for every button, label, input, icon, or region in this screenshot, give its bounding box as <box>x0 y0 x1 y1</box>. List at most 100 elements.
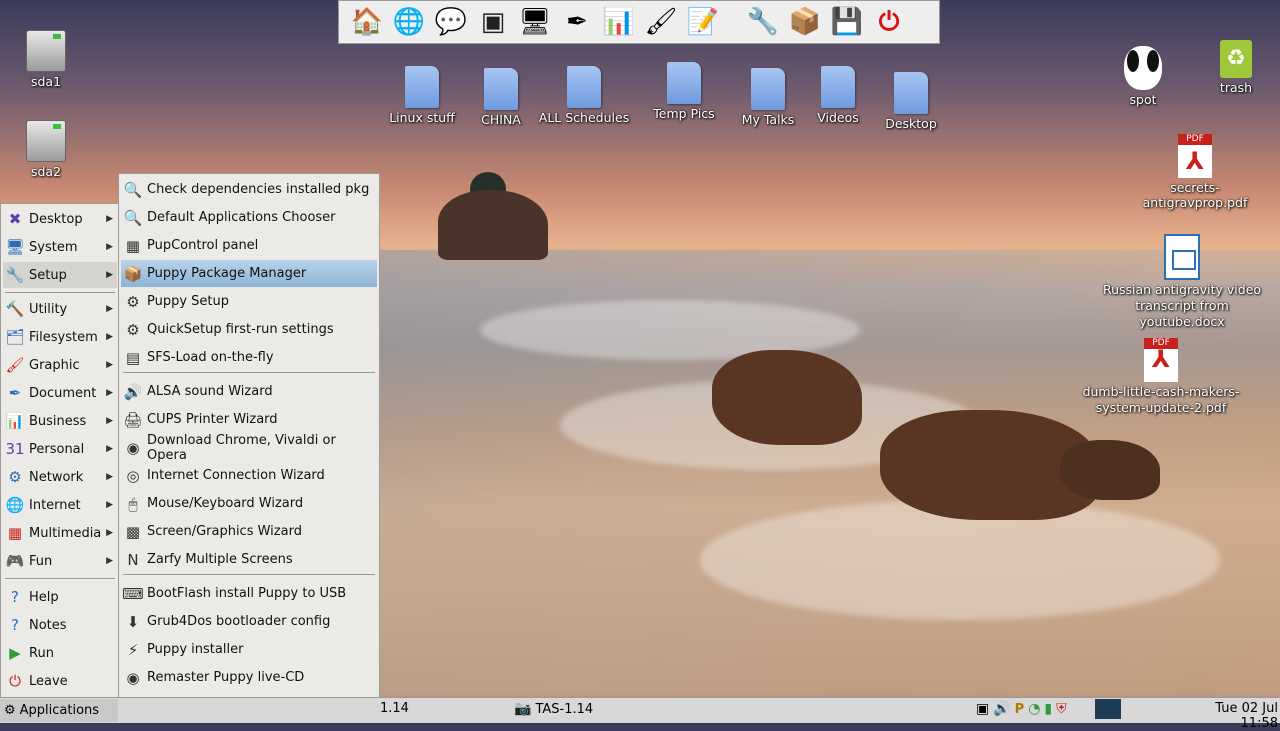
storage-icon[interactable]: ▮ <box>1044 701 1052 717</box>
setup-item-magnifier[interactable]: 🔍 Check dependencies installed pkg <box>121 176 377 203</box>
menu-run[interactable]: ▶ Run <box>3 640 117 666</box>
taskbar-window-tas[interactable]: 📷 TAS-1.14 <box>514 701 593 717</box>
wrench-icon[interactable]: 🔧 <box>745 4 781 40</box>
setup-item-remaster[interactable]: ◉ Remaster Puppy live-CD <box>121 664 377 691</box>
menu-personal[interactable]: 31 Personal ▶ <box>3 436 117 462</box>
setup-item-down-arrow[interactable]: ⬇ Grub4Dos bootloader config <box>121 608 377 635</box>
pen-icon[interactable]: ✒ <box>559 4 595 40</box>
run-icon: ▶ <box>9 644 21 662</box>
setup-item-printer[interactable]: 🖨 CUPS Printer Wizard <box>121 406 377 433</box>
menu-leave[interactable]: ⏻ Leave <box>3 668 117 694</box>
setup-item-screen[interactable]: ▩ Screen/Graphics Wizard <box>121 518 377 545</box>
taskbar-window-1[interactable]: 1.14 <box>380 701 409 716</box>
paint-icon[interactable]: 🖌 <box>643 4 679 40</box>
menu-label: System <box>29 239 78 255</box>
submenu-arrow-icon: ▶ <box>106 332 113 342</box>
menu-setup[interactable]: 🔧 Setup ▶ <box>3 262 117 288</box>
pdf-file-icon: PDF ⅄ <box>1178 134 1212 178</box>
folder-linux-stuff[interactable]: Linux stuff <box>384 66 460 125</box>
folder-china[interactable]: CHINA <box>472 68 530 127</box>
menu-internet[interactable]: 🌐 Internet ▶ <box>3 492 117 518</box>
folder-my-talks[interactable]: My Talks <box>734 68 802 127</box>
setup-item-speaker[interactable]: 🔊 ALSA sound Wizard <box>121 378 377 405</box>
setup-item-sfs[interactable]: ▤ SFS-Load on-the-fly <box>121 344 377 371</box>
menu-label: Filesystem <box>29 329 98 345</box>
menu-label: Grub4Dos bootloader config <box>147 614 331 629</box>
setup-item-package-manager[interactable]: 📦 Puppy Package Manager <box>121 260 377 287</box>
menu-graphic[interactable]: 🖌 Graphic ▶ <box>3 352 117 378</box>
menu-help[interactable]: ? Help <box>3 584 117 610</box>
setup-item-quicksetup[interactable]: ⚙ QuickSetup first-run settings <box>121 316 377 343</box>
menu-system[interactable]: 🖥 System ▶ <box>3 234 117 260</box>
network-monitor-icon[interactable] <box>1094 699 1121 719</box>
menu-document[interactable]: ✒ Document ▶ <box>3 380 117 406</box>
menu-label: Multimedia <box>29 525 102 541</box>
menu-label: Zarfy Multiple Screens <box>147 552 293 567</box>
setup-item-connection[interactable]: ◎ Internet Connection Wizard <box>121 462 377 489</box>
folder-all-schedules[interactable]: ALL Schedules <box>536 66 632 125</box>
menu-label: Help <box>29 589 59 605</box>
wifi-icon[interactable]: ◔ <box>1028 701 1040 717</box>
camera-icon: 📷 <box>514 701 532 717</box>
notepad-icon[interactable]: 📝 <box>685 4 721 40</box>
drive-sda1[interactable]: sda1 <box>20 30 72 89</box>
applications-button[interactable]: ⚙ Applications <box>0 699 118 722</box>
folder-label: My Talks <box>741 112 795 127</box>
setup-item-chooser[interactable]: 🔍 Default Applications Chooser <box>121 204 377 231</box>
drive-label: sda2 <box>30 164 62 179</box>
menu-multimedia[interactable]: ▦ Multimedia ▶ <box>3 520 117 546</box>
setup-item-control-panel[interactable]: ▦ PupControl panel <box>121 232 377 259</box>
chat-icon[interactable]: 💬 <box>433 4 469 40</box>
chooser-icon: 🔍 <box>123 208 143 227</box>
folder-desktop[interactable]: Desktop <box>880 72 942 131</box>
submenu-arrow-icon: ▶ <box>106 360 113 370</box>
terminal-icon[interactable]: ▣ <box>475 4 511 40</box>
menu-label: Run <box>29 645 54 661</box>
package-tray-icon[interactable]: P <box>1015 702 1025 717</box>
file-dumb-little-pdf[interactable]: PDF ⅄ dumb-little-cash-makers-system-upd… <box>1080 338 1242 416</box>
file-russian-docx[interactable]: Russian antigravity video transcript fro… <box>1100 234 1264 330</box>
menu-label: Business <box>29 413 87 429</box>
folder-temp-pics[interactable]: Temp Pics <box>648 62 720 121</box>
menu-filesystem[interactable]: 🗂 Filesystem ▶ <box>3 324 117 350</box>
quicksetup-icon: ⚙ <box>126 320 140 339</box>
folder-icon <box>894 72 928 114</box>
file-secrets-pdf[interactable]: PDF ⅄ secrets-antigravprop.pdf <box>1118 134 1272 210</box>
folder-videos[interactable]: Videos <box>808 66 868 125</box>
package-icon[interactable]: 📦 <box>787 4 823 40</box>
menu-desktop[interactable]: ✖ Desktop ▶ <box>3 206 117 232</box>
setup-item-puppy-setup[interactable]: ⚙ Puppy Setup <box>121 288 377 315</box>
home-icon[interactable]: 🏠 <box>349 4 385 40</box>
globe-icon[interactable]: 🌐 <box>391 4 427 40</box>
menu-notes[interactable]: ? Notes <box>3 612 117 638</box>
applications-menu: ✖ Desktop ▶ 🖥 System ▶ 🔧 Setup ▶ 🔨 Utility ▶ 🗂 Filesy… <box>0 203 120 698</box>
launch-bar: 🏠 🌐 💬 ▣ 🖥 ✒ 📊 🖌 📝 🔧 📦 💾 ⏻ <box>338 0 940 44</box>
spreadsheet-icon[interactable]: 📊 <box>601 4 637 40</box>
setup-item-usb-flash[interactable]: ⌨ BootFlash install Puppy to USB <box>121 580 377 607</box>
submenu-arrow-icon: ▶ <box>106 214 113 224</box>
screenshot-tray-icon[interactable]: ▣ <box>976 701 989 717</box>
clock[interactable]: Tue 02 Jul 11:58 <box>1174 701 1280 731</box>
setup-item-mouse-keyboard[interactable]: 🖱 Mouse/Keyboard Wizard <box>121 490 377 517</box>
leave-icon: ⏻ <box>9 672 21 690</box>
trash-launcher[interactable]: ♻ trash <box>1208 40 1264 95</box>
menu-utility[interactable]: 🔨 Utility ▶ <box>3 296 117 322</box>
submenu-arrow-icon: ▶ <box>106 556 113 566</box>
setup-item-zarfy[interactable]: N Zarfy Multiple Screens <box>121 546 377 573</box>
menu-fun[interactable]: 🎮 Fun ▶ <box>3 548 117 574</box>
spot-icon-launcher[interactable]: spot <box>1118 46 1168 107</box>
drive-sda2[interactable]: sda2 <box>20 120 72 179</box>
setup-item-browser-download[interactable]: ◉ Download Chrome, Vivaldi or Opera <box>121 433 377 463</box>
volume-icon[interactable]: 🔊 <box>993 701 1010 717</box>
menu-business[interactable]: 📊 Business ▶ <box>3 408 117 434</box>
monitor-icon[interactable]: 🖥 <box>517 4 553 40</box>
menu-network[interactable]: ⚙ Network ▶ <box>3 464 117 490</box>
power-icon[interactable]: ⏻ <box>871 4 907 40</box>
setup-submenu: 🔍 Check dependencies installed pkg 🔍 Defaul… <box>118 173 380 723</box>
setup-item-lightning[interactable]: ⚡ Puppy installer <box>121 636 377 663</box>
usb-icon[interactable]: 💾 <box>829 4 865 40</box>
menu-label: Document <box>29 385 97 401</box>
drive-icon <box>26 120 66 162</box>
firewall-icon[interactable]: ⛨ <box>1056 701 1067 717</box>
submenu-arrow-icon: ▶ <box>106 242 113 252</box>
